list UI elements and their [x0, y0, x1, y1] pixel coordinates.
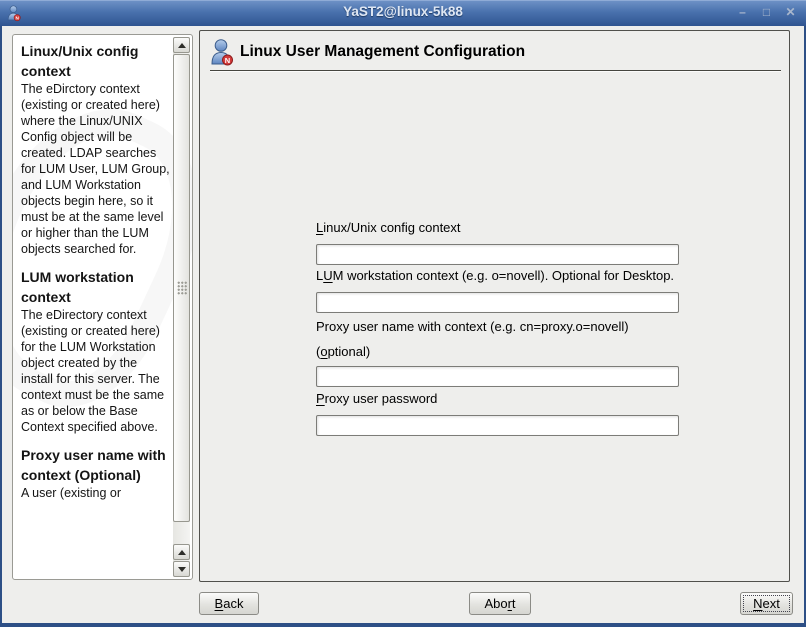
window-title: YaST2@linux-5k88	[343, 4, 463, 19]
proxy-password-label: Proxy user password	[316, 391, 438, 406]
proxy-password-input[interactable]	[316, 415, 679, 436]
config-context-input[interactable]	[316, 244, 679, 265]
back-button[interactable]: Back	[199, 592, 259, 615]
titlebar[interactable]: N YaST2@linux-5k88 – □ ✕	[0, 0, 806, 26]
help-paragraph: The eDirectory context (existing or crea…	[21, 308, 165, 434]
scroll-up-button-bottom[interactable]	[173, 544, 190, 560]
lum-workstation-context-label: LUM workstation context (e.g. o=novell).…	[316, 268, 675, 283]
help-heading: Linux/Unix config context	[21, 43, 139, 79]
help-heading: Proxy user name with context (Optional)	[21, 447, 166, 483]
proxy-user-name-input[interactable]	[316, 366, 679, 387]
user-icon: N	[210, 38, 234, 66]
down-arrow-icon	[177, 566, 186, 572]
up-arrow-icon	[177, 549, 186, 555]
close-button[interactable]: ✕	[783, 5, 798, 20]
help-scrollbar[interactable]	[173, 37, 190, 577]
help-paragraph: A user (existing or	[21, 486, 122, 500]
maximize-button[interactable]: □	[759, 5, 774, 20]
help-heading: LUM workstation context	[21, 269, 134, 305]
help-panel: Linux/Unix config context The eDirctory …	[12, 34, 193, 580]
abort-button[interactable]: Abort	[469, 592, 531, 615]
next-button[interactable]: Next	[740, 592, 793, 615]
main-panel: N Linux User Management Configuration Li…	[199, 30, 790, 582]
scroll-up-button[interactable]	[173, 37, 190, 53]
lum-workstation-context-input[interactable]	[316, 292, 679, 313]
svg-text:N: N	[225, 56, 230, 65]
minimize-button[interactable]: –	[735, 5, 750, 20]
window-content: Linux/Unix config context The eDirctory …	[2, 26, 804, 623]
heading-separator	[210, 70, 781, 72]
proxy-user-name-label: Proxy user name with context (e.g. cn=pr…	[316, 319, 629, 334]
help-paragraph: The eDirctory context (existing or creat…	[21, 82, 170, 256]
scroll-down-button[interactable]	[173, 561, 190, 577]
help-text: Linux/Unix config context The eDirctory …	[21, 41, 171, 501]
config-context-label: Linux/Unix config context	[316, 220, 461, 235]
scrollbar-grip-icon	[177, 281, 187, 295]
scrollbar-thumb[interactable]	[173, 54, 190, 522]
yast-window: N YaST2@linux-5k88 – □ ✕ Linux/Unix conf…	[0, 0, 806, 627]
proxy-user-name-label-optional: (optional)	[316, 344, 371, 359]
page-title: Linux User Management Configuration	[240, 43, 526, 60]
up-arrow-icon	[177, 42, 186, 48]
